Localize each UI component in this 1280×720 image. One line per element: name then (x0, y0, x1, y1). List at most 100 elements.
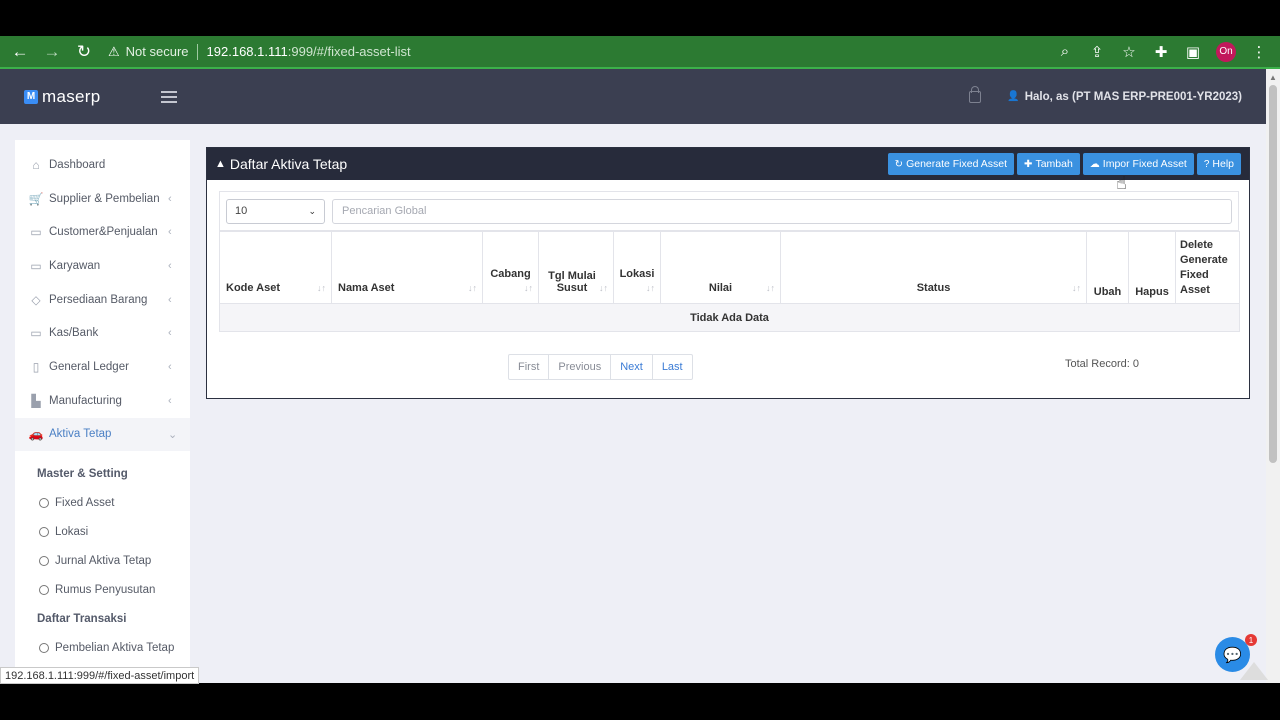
circle-icon (39, 642, 49, 653)
button-label: Impor Fixed Asset (1102, 158, 1187, 170)
share-icon[interactable]: ⇪ (1088, 43, 1106, 61)
page-scrollbar[interactable]: ▲ (1266, 69, 1280, 683)
user-greeting[interactable]: Halo, as (PT MAS ERP-PRE001-YR2023) (1025, 91, 1242, 103)
sidebar-item-persediaan[interactable]: ◇ Persediaan Barang ‹ (15, 283, 190, 317)
sidebar-item-karyawan[interactable]: ▭ Karyawan ‹ (15, 249, 190, 283)
divider (196, 43, 198, 60)
column-header-status[interactable]: Status ↓↑ (780, 231, 1087, 304)
sidebar-item-manufacturing[interactable]: ▙ Manufacturing ‹ (15, 384, 190, 418)
reload-icon[interactable]: ↻ (74, 42, 94, 62)
column-header-lokasi[interactable]: Lokasi ↓↑ (613, 231, 661, 304)
pagination-next[interactable]: Next (611, 355, 653, 379)
button-label: Tambah (1035, 158, 1073, 170)
sidebar-link-lokasi[interactable]: Lokasi (15, 517, 190, 546)
browser-status-url: 192.168.1.111:999/#/fixed-asset/import (0, 667, 200, 684)
sidebar-section-transaksi: Daftar Transaksi (37, 612, 127, 625)
sort-icon: ↓↑ (766, 283, 775, 293)
total-record: Total Record: 0 (1065, 358, 1139, 370)
address-bar[interactable]: ⚠ Not secure 192.168.1.111:999/#/fixed-a… (108, 43, 411, 60)
column-header-kode-aset[interactable]: Kode Aset ↓↑ (219, 231, 332, 304)
car-icon: 🚗 (28, 427, 44, 442)
sidebar-item-customer[interactable]: ▭ Customer&Penjualan ‹ (15, 215, 190, 249)
empty-state-message: Tidak Ada Data (219, 303, 1240, 332)
sidebar-item-label: Customer&Penjualan (49, 226, 158, 239)
column-header-nilai[interactable]: Nilai ↓↑ (660, 231, 781, 304)
profile-avatar[interactable]: On (1216, 41, 1236, 62)
scrollbar-thumb[interactable] (1269, 85, 1277, 463)
video-letterbox-bottom (0, 684, 1280, 720)
store-icon: ▭ (30, 225, 42, 240)
sidebar-item-kas-bank[interactable]: ▭ Kas/Bank ‹ (15, 316, 190, 350)
impor-fixed-asset-button[interactable]: ☁ Impor Fixed Asset (1082, 153, 1194, 175)
book-icon: ▯ (32, 359, 40, 374)
bookmark-star-icon[interactable]: ☆ (1120, 43, 1138, 61)
user-icon: 👤 (1007, 91, 1020, 102)
sidebar-item-aktiva-tetap[interactable]: 🚗 Aktiva Tetap ⌄ (15, 417, 190, 452)
sidebar-link-pembelian-aktiva[interactable]: Pembelian Aktiva Tetap (15, 633, 190, 662)
forward-icon[interactable]: → (42, 42, 62, 62)
extensions-icon[interactable]: ✚ (1152, 43, 1170, 61)
tambah-button[interactable]: ✚ Tambah (1017, 153, 1080, 175)
sort-icon: ↓↑ (468, 283, 477, 293)
table-header-row: Kode Aset ↓↑ Nama Aset ↓↑ Cabang ↓↑ Tgl Mul… (219, 231, 1240, 304)
sidebar-section-master: Master & Setting (37, 467, 128, 480)
factory-icon: ▙ (31, 393, 41, 408)
app-logo[interactable]: M maserp (24, 87, 101, 107)
column-header-nama-aset[interactable]: Nama Aset ↓↑ (331, 231, 483, 304)
logo-mark: M (24, 89, 38, 104)
pagination-last[interactable]: Last (653, 355, 692, 379)
chat-notification-badge: 1 (1245, 634, 1257, 646)
asset-table: Kode Aset ↓↑ Nama Aset ↓↑ Cabang ↓↑ Tgl Mul… (219, 231, 1240, 332)
refresh-icon: ↻ (894, 158, 904, 170)
help-button[interactable]: ? Help (1196, 153, 1241, 175)
back-icon[interactable]: ← (10, 42, 30, 62)
column-header-ubah: Ubah (1086, 231, 1129, 304)
sort-icon: ↓↑ (646, 283, 655, 293)
sort-icon: ↓↑ (524, 283, 533, 293)
pagination-first[interactable]: First (509, 355, 550, 379)
column-label: Nilai (708, 282, 733, 294)
chevron-left-icon: ‹ (168, 360, 172, 373)
menu-toggle-icon[interactable] (160, 88, 177, 106)
chevron-left-icon: ‹ (168, 394, 172, 407)
pagination: First Previous Next Last (508, 354, 693, 380)
pagination-previous[interactable]: Previous (549, 355, 612, 379)
button-label: Generate Fixed Asset (906, 158, 1008, 170)
sidebar-link-jurnal[interactable]: Jurnal Aktiva Tetap (15, 546, 190, 575)
sidebar-link-label: Pembelian Aktiva Tetap (55, 641, 175, 654)
sidebar-link-label: Rumus Penyusutan (55, 583, 156, 596)
chevron-left-icon: ‹ (168, 293, 172, 306)
global-search-input[interactable]: Pencarian Global (332, 198, 1232, 224)
side-panel-icon[interactable]: ▣ (1184, 43, 1202, 61)
sidebar-item-label: Dashboard (49, 158, 106, 171)
column-label: Hapus (1135, 286, 1169, 298)
sidebar-item-general-ledger[interactable]: ▯ General Ledger ‹ (15, 350, 190, 384)
column-header-tgl-mulai-susut[interactable]: Tgl Mulai Susut ↓↑ (538, 231, 614, 304)
column-header-delete-generate: Delete Generate Fixed Asset (1175, 231, 1240, 304)
circle-icon (39, 497, 49, 508)
sidebar-item-label: Kas/Bank (49, 327, 99, 340)
sidebar-item-label: General Ledger (49, 360, 129, 373)
table-row: Tidak Ada Data (219, 303, 1240, 332)
plus-icon: ✚ (1024, 158, 1033, 170)
question-icon: ? (1203, 158, 1210, 170)
circle-icon (39, 584, 49, 595)
sidebar-item-label: Karyawan (49, 259, 101, 272)
column-header-cabang[interactable]: Cabang ↓↑ (482, 231, 539, 304)
zoom-icon[interactable]: ⌕ (1056, 43, 1074, 60)
column-label: Kode Aset (226, 282, 280, 294)
sidebar-link-label: Jurnal Aktiva Tetap (55, 554, 152, 567)
scroll-up-icon[interactable]: ▲ (1269, 73, 1277, 82)
more-menu-icon[interactable]: ⋮ (1250, 43, 1268, 61)
page-size-select[interactable]: 10 ⌄ (226, 198, 325, 224)
chevron-down-icon: ⌄ (308, 205, 316, 216)
generate-fixed-asset-button[interactable]: ↻ Generate Fixed Asset (887, 153, 1015, 175)
cloud-upload-icon: ☁ (1089, 158, 1100, 170)
app-viewport: M maserp 👤 Halo, as (PT MAS ERP-PRE001-Y… (0, 69, 1266, 683)
sidebar-link-rumus[interactable]: Rumus Penyusutan (15, 575, 190, 604)
lock-icon[interactable] (969, 85, 982, 103)
circle-icon (39, 555, 49, 566)
sidebar-link-fixed-asset[interactable]: Fixed Asset (15, 488, 190, 517)
sidebar-item-supplier[interactable]: 🛒 Supplier & Pembelian ‹ (15, 182, 190, 216)
sidebar-item-dashboard[interactable]: ⌂ Dashboard (15, 148, 190, 182)
